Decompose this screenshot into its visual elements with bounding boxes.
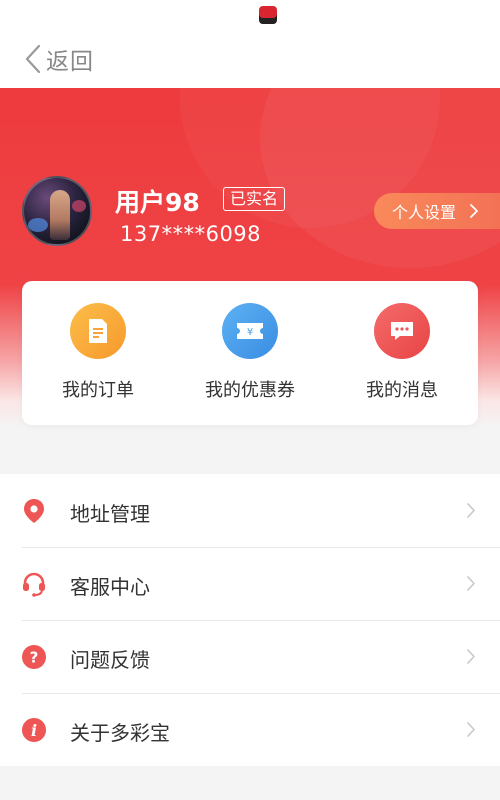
phone-number: 137****6098 <box>120 222 262 246</box>
menu-item-label: 关于多彩宝 <box>70 721 170 745</box>
chevron-right-icon <box>470 204 478 218</box>
menu-item-label: 客服中心 <box>70 575 150 599</box>
quick-action-label: 我的订单 <box>62 380 134 401</box>
chevron-right-icon <box>467 722 475 737</box>
chevron-left-icon <box>25 44 41 74</box>
menu-item-label: 问题反馈 <box>70 648 150 672</box>
quick-actions-card: 我的订单 ¥ 我的优惠券 我的消息 <box>22 281 478 425</box>
avatar-detail <box>50 190 70 240</box>
menu-item-feedback[interactable]: ? 问题反馈 <box>0 620 500 693</box>
question-icon: ? <box>21 644 47 670</box>
verified-badge: 已实名 <box>223 187 286 211</box>
quick-action-label: 我的优惠券 <box>205 380 295 401</box>
my-coupons-button[interactable]: ¥ 我的优惠券 <box>180 303 320 413</box>
status-bar <box>0 0 500 30</box>
settings-menu: 地址管理 客服中心 ? 问题反馈 i 关于多彩宝 <box>0 474 500 766</box>
svg-text:?: ? <box>30 649 39 667</box>
my-orders-button[interactable]: 我的订单 <box>28 303 168 413</box>
coupon-icon: ¥ <box>222 303 278 359</box>
chevron-right-icon <box>467 576 475 591</box>
order-document-icon <box>70 303 126 359</box>
avatar-detail <box>28 218 48 232</box>
personal-settings-button[interactable]: 个人设置 <box>374 193 500 229</box>
svg-text:i: i <box>31 721 37 740</box>
svg-text:¥: ¥ <box>247 327 253 338</box>
menu-item-about[interactable]: i 关于多彩宝 <box>0 693 500 766</box>
avatar-detail <box>72 200 86 212</box>
chevron-right-icon <box>467 503 475 518</box>
menu-item-customer-service[interactable]: 客服中心 <box>0 547 500 620</box>
avatar[interactable] <box>22 176 92 246</box>
nav-bar: 返回 <box>0 30 500 88</box>
back-label: 返回 <box>46 49 94 75</box>
app-icon <box>259 6 277 24</box>
my-messages-button[interactable]: 我的消息 <box>332 303 472 413</box>
username: 用户98 <box>115 188 200 217</box>
back-button[interactable]: 返回 <box>22 42 94 76</box>
quick-action-label: 我的消息 <box>366 380 438 401</box>
message-icon <box>374 303 430 359</box>
menu-item-label: 地址管理 <box>70 502 150 526</box>
menu-item-address[interactable]: 地址管理 <box>0 474 500 547</box>
chevron-right-icon <box>467 649 475 664</box>
settings-label: 个人设置 <box>392 203 457 222</box>
info-icon: i <box>21 717 47 743</box>
location-pin-icon <box>21 498 47 524</box>
headset-icon <box>21 571 47 597</box>
